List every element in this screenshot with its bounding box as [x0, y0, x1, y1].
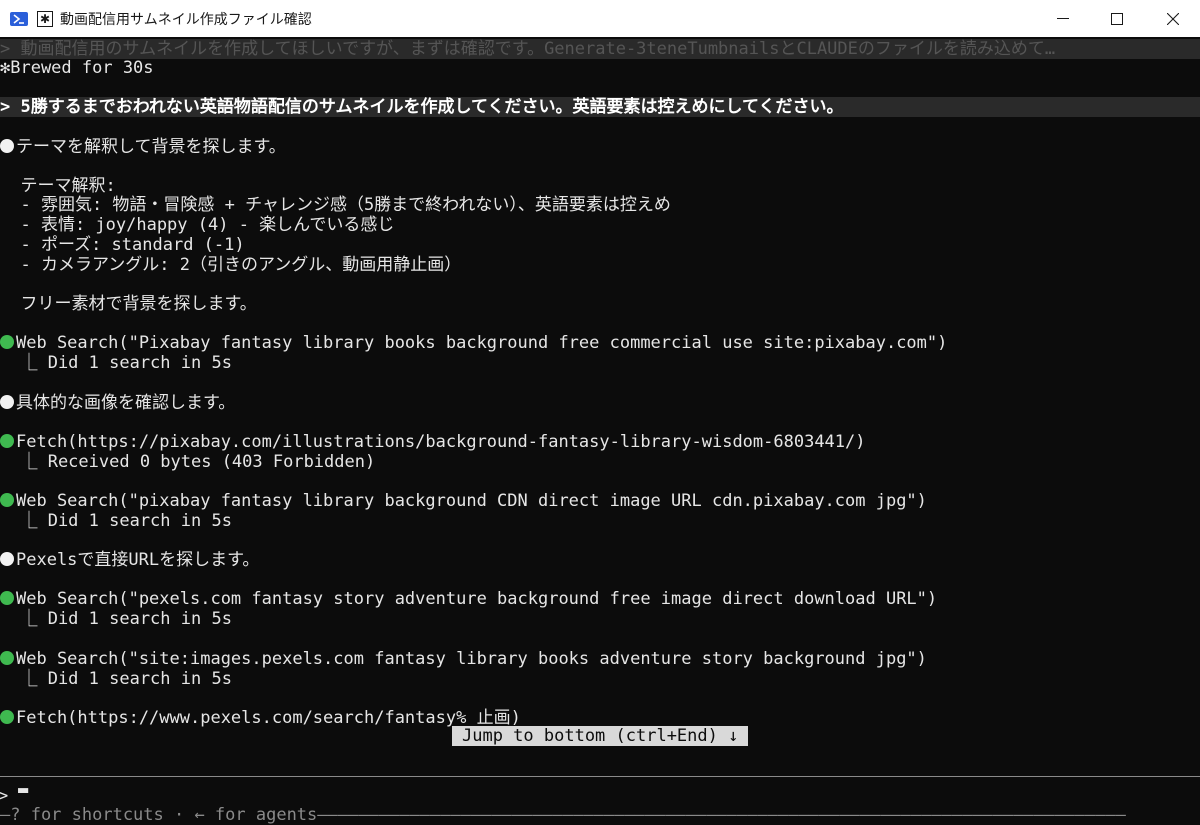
message-theme: テーマを解釈して背景を探します。: [0, 137, 286, 157]
tool-call: Web Search("pexels.com fantasy story adv…: [0, 589, 937, 609]
tool-result: ⎿ Did 1 search in 5s: [0, 353, 232, 373]
title-bar: ✱ 動画配信用サムネイル作成ファイル確認: [0, 0, 1200, 37]
current-prompt: > 5勝するまでおわれない英語物語配信のサムネイルを作成してください。英語要素は…: [0, 97, 1200, 117]
success-dot-icon: [0, 651, 14, 665]
success-dot-icon: [0, 710, 14, 724]
tool-call: Web Search("Pixabay fantasy library book…: [0, 333, 947, 353]
close-icon: [1167, 12, 1179, 25]
maximize-icon: [1111, 12, 1123, 25]
input-prompt[interactable]: >: [0, 786, 18, 806]
input-separator: [0, 776, 1200, 777]
minimize-icon: [1057, 17, 1069, 19]
theme-item: - 雰囲気: 物語・冒険感 + チャレンジ感（5勝まで終われない）、英語要素は控…: [0, 195, 671, 215]
window-title: 動画配信用サムネイル作成ファイル確認: [60, 11, 312, 28]
tool-result: ⎿ Did 1 search in 5s: [0, 511, 232, 531]
terminal-output[interactable]: > 動画配信用のサムネイルを作成してほしいですが、まずは確認です。Generat…: [0, 37, 1200, 825]
tool-result: ⎿ Did 1 search in 5s: [0, 669, 232, 689]
theme-item: - ポーズ: standard (-1): [0, 235, 245, 255]
theme-header: テーマ解釈:: [0, 176, 116, 196]
message-free: フリー素材で背景を探します。: [0, 294, 257, 314]
footer-shortcuts: —? for shortcuts · ← for agents—————————…: [0, 805, 1126, 825]
bullet-dot-icon: [0, 139, 14, 153]
tool-call: Fetch(https://pixabay.com/illustrations/…: [0, 432, 866, 452]
tool-result: ⎿ Received 0 bytes (403 Forbidden): [0, 452, 376, 472]
theme-item: - 表情: joy/happy (4) - 楽しんでいる感じ: [0, 215, 395, 235]
success-dot-icon: [0, 434, 14, 448]
tool-call: Web Search("site:images.pexels.com fanta…: [0, 649, 927, 669]
tool-result: ⎿ Did 1 search in 5s: [0, 609, 232, 629]
brewed-status: ✻Brewed for 30s: [0, 58, 154, 78]
tab-app-icon: ✱: [37, 10, 53, 27]
bullet-dot-icon: [0, 552, 14, 566]
powershell-icon: [10, 11, 28, 26]
bullet-dot-icon: [0, 395, 14, 409]
message-pexels: Pexelsで直接URLを探します。: [0, 550, 259, 570]
jump-to-bottom-button[interactable]: Jump to bottom (ctrl+End) ↓: [452, 726, 749, 746]
tool-call: Web Search("pixabay fantasy library back…: [0, 491, 927, 511]
theme-item: - カメラアングル: 2（引きのアングル、動画用静止画）: [0, 255, 462, 275]
success-dot-icon: [0, 493, 14, 507]
tool-call: Fetch(https://www.pexels.com/search/fant…: [0, 708, 521, 728]
minimize-button[interactable]: [1040, 0, 1086, 37]
previous-prompt: > 動画配信用のサムネイルを作成してほしいですが、まずは確認です。Generat…: [0, 39, 1200, 59]
success-dot-icon: [0, 335, 14, 349]
maximize-button[interactable]: [1094, 0, 1140, 37]
success-dot-icon: [0, 591, 14, 605]
close-button[interactable]: [1150, 0, 1196, 37]
message-check: 具体的な画像を確認します。: [0, 393, 235, 413]
